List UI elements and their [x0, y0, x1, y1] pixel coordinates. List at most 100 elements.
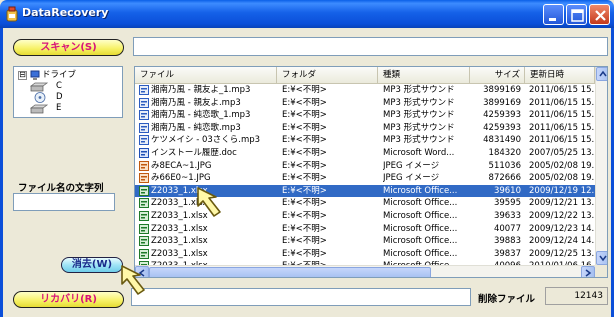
scan-path-field[interactable]: [133, 37, 608, 56]
cell-folder: E:¥<不明>: [282, 210, 327, 221]
drive-label: D: [56, 92, 63, 102]
cell-size: 3899169: [483, 97, 521, 108]
window-title: DataRecovery: [22, 6, 109, 19]
excel-file-icon: [139, 223, 149, 234]
music-file-icon: [139, 135, 149, 146]
table-row[interactable]: インストール履歴.doc E:¥<不明> Microsoft Word... 1843…: [135, 147, 595, 160]
deleted-files-count: 12143: [545, 287, 608, 305]
tree-root-label: ドライブ: [42, 70, 77, 80]
image-file-icon: [139, 160, 149, 171]
pointer-arrow-icon: [121, 265, 145, 295]
excel-file-icon: [139, 198, 149, 209]
title-bar[interactable]: DataRecovery: [0, 0, 614, 28]
cell-folder: E:¥<不明>: [282, 185, 327, 196]
window-frame-left: [0, 28, 3, 317]
cell-date: 2009/12/24 14.: [529, 236, 595, 247]
music-file-icon: [139, 97, 149, 108]
cell-file: Z2033_1.xlsx: [151, 248, 208, 259]
maximize-icon: [571, 9, 584, 22]
cell-size: 40077: [493, 223, 521, 234]
cell-date: 2009/12/22 13.: [529, 210, 595, 221]
cell-size: 4831490: [483, 135, 521, 146]
vertical-scrollbar[interactable]: [595, 67, 607, 265]
excel-file-icon: [139, 236, 149, 247]
cell-size: 184320: [488, 147, 521, 158]
close-button[interactable]: [589, 4, 610, 25]
cell-folder: E:¥<不明>: [282, 110, 327, 121]
recover-path-field[interactable]: [131, 288, 471, 306]
cell-date: 2007/05/25 13.: [529, 147, 595, 158]
horizontal-scrollbar[interactable]: [135, 265, 595, 277]
table-row[interactable]: 湘南乃風 - 親友よ_1.mp3 E:¥<不明> MP3 形式サウンド 3899169…: [135, 84, 595, 97]
cell-folder: E:¥<不明>: [282, 236, 327, 247]
minimize-button[interactable]: [543, 4, 564, 25]
cell-type: Microsoft Office...: [383, 185, 458, 196]
minimize-icon: [549, 18, 556, 21]
table-row[interactable]: Z2033_1.xlsx E:¥<不明> Microsoft Office... 39…: [135, 235, 595, 248]
table-row[interactable]: み66E0~1.JPG E:¥<不明> JPEG イメージ 872666 2005/02…: [135, 172, 595, 185]
cell-file: 湘南乃風 - 純恋歌.mp3: [151, 122, 241, 133]
erase-button[interactable]: 消去(W): [61, 257, 123, 273]
cell-type: Microsoft Office...: [383, 236, 458, 247]
table-row[interactable]: 湘南乃風 - 親友よ.mp3 E:¥<不明> MP3 形式サウンド 3899169 20…: [135, 97, 595, 110]
cell-date: 2005/02/08 19.: [529, 160, 595, 171]
column-header-type[interactable]: 種類: [378, 67, 470, 84]
scrollbar-corner: [595, 265, 607, 277]
excel-file-icon: [139, 248, 149, 259]
deleted-files-label: 削除ファイル: [478, 294, 536, 305]
cell-folder: E:¥<不明>: [282, 147, 327, 158]
image-file-icon: [139, 173, 149, 184]
cell-size: 39610: [493, 185, 521, 196]
cell-folder: E:¥<不明>: [282, 248, 327, 259]
file-rows: 湘南乃風 - 親友よ_1.mp3 E:¥<不明> MP3 形式サウンド 3899169…: [135, 84, 595, 273]
cell-type: MP3 形式サウンド: [383, 97, 455, 108]
recover-button[interactable]: リカバリ(R): [13, 291, 124, 308]
cell-size: 39595: [493, 198, 521, 209]
cell-file: 湘南乃風 - 親友よ_1.mp3: [151, 85, 251, 95]
cell-date: 2009/12/25 13.: [529, 248, 595, 259]
cell-type: MP3 形式サウンド: [383, 85, 455, 95]
cell-file: ケツメイシ - 03さくら.mp3: [151, 135, 261, 146]
cell-type: MP3 形式サウンド: [383, 110, 455, 121]
file-list[interactable]: ファイル フォルダ 種類 サイズ 更新日時 湘南乃風 - 親友よ_1.mp3 E:…: [134, 66, 608, 278]
filename-filter-input[interactable]: [13, 193, 115, 211]
column-header-date[interactable]: 更新日時: [525, 67, 595, 84]
horizontal-scroll-thumb[interactable]: [149, 267, 431, 277]
scan-button[interactable]: スキャン(S): [13, 39, 124, 56]
cell-type: Microsoft Office...: [383, 210, 458, 221]
scroll-right-button[interactable]: [581, 266, 595, 277]
column-header-file[interactable]: ファイル: [135, 67, 277, 84]
column-header-size[interactable]: サイズ: [470, 67, 525, 84]
list-header: ファイル フォルダ 種類 サイズ 更新日時: [135, 67, 595, 84]
pointer-arrow-icon: [197, 187, 221, 217]
cell-file: 湘南乃風 - 親友よ.mp3: [151, 97, 241, 108]
table-row[interactable]: 湘南乃風 - 純恋歌_1.mp3 E:¥<不明> MP3 形式サウンド 4259393…: [135, 109, 595, 122]
table-row[interactable]: ケツメイシ - 03さくら.mp3 E:¥<不明> MP3 形式サウンド 483149…: [135, 134, 595, 147]
cell-folder: E:¥<不明>: [282, 173, 327, 184]
music-file-icon: [139, 122, 149, 133]
hard-drive-icon: [30, 104, 48, 114]
scroll-down-button[interactable]: [596, 251, 607, 265]
drive-tree[interactable]: ⊟ ドライブ C D E: [13, 66, 123, 118]
cell-size: 39633: [493, 210, 521, 221]
cell-file: インストール履歴.doc: [151, 147, 237, 158]
cell-date: 2009/12/23 14.: [529, 223, 595, 234]
drive-label: E: [56, 103, 62, 113]
music-file-icon: [139, 110, 149, 121]
maximize-button[interactable]: [566, 4, 587, 25]
cell-type: Microsoft Office...: [383, 223, 458, 234]
cell-file: み8ECA~1.JPG: [151, 160, 212, 171]
cell-size: 511036: [488, 160, 521, 171]
cell-folder: E:¥<不明>: [282, 223, 327, 234]
cell-size: 4259393: [483, 122, 521, 133]
close-icon: [595, 10, 606, 21]
scroll-up-button[interactable]: [596, 67, 607, 81]
table-row[interactable]: Z2033_1.xlsx E:¥<不明> Microsoft Office... 39…: [135, 248, 595, 261]
table-row[interactable]: 湘南乃風 - 純恋歌.mp3 E:¥<不明> MP3 形式サウンド 4259393 20…: [135, 122, 595, 135]
cell-file: み66E0~1.JPG: [151, 173, 211, 184]
column-header-folder[interactable]: フォルダ: [277, 67, 378, 84]
collapse-icon[interactable]: ⊟: [18, 71, 27, 80]
table-row[interactable]: み8ECA~1.JPG E:¥<不明> JPEG イメージ 511036 2005/02…: [135, 160, 595, 173]
cell-type: JPEG イメージ: [383, 160, 440, 171]
cell-size: 39837: [493, 248, 521, 259]
